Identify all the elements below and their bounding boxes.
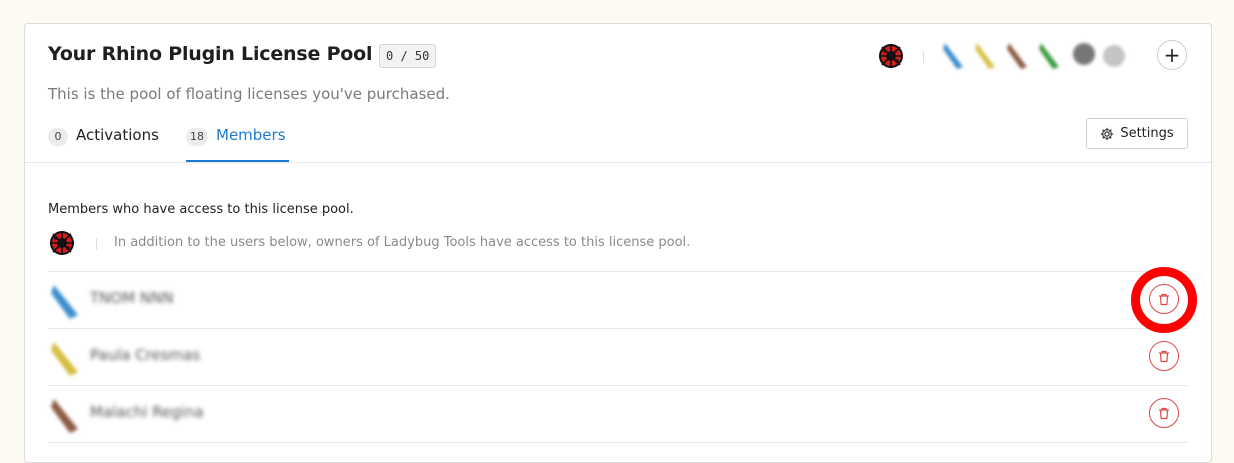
member-avatar[interactable]: [1071, 41, 1097, 71]
ladybug-logo-icon: [50, 231, 74, 255]
member-name: TNOM NNN: [90, 289, 174, 307]
row-divider: [48, 271, 1188, 272]
row-divider: [48, 328, 1188, 329]
page-title: Your Rhino Plugin License Pool: [48, 43, 373, 65]
owner-note-text: In addition to the users below, owners o…: [114, 235, 691, 250]
owner-note-divider: [96, 238, 97, 250]
trash-icon: [1159, 293, 1169, 305]
ladybug-logo-icon[interactable]: [877, 42, 905, 70]
row-divider: [48, 385, 1188, 386]
gear-icon: [1101, 127, 1114, 140]
tab-members[interactable]: 18 Members: [186, 124, 289, 162]
member-name: Malachi Regina: [90, 403, 204, 421]
tab-activations[interactable]: 0 Activations: [48, 124, 159, 162]
page-subtitle: This is the pool of floating licenses yo…: [48, 85, 450, 103]
member-avatar: [51, 399, 78, 433]
settings-button[interactable]: Settings: [1086, 118, 1188, 149]
members-count-badge: 18: [186, 128, 208, 146]
member-avatar: [51, 342, 78, 376]
member-name: Paula Cresmas: [90, 346, 201, 364]
remove-member-button[interactable]: [1149, 341, 1179, 371]
member-row: Paula Cresmas: [48, 328, 1188, 384]
license-pool-card: Your Rhino Plugin License Pool 0 / 50 Th…: [24, 23, 1213, 463]
member-avatar: [51, 285, 78, 319]
header-divider-line: [25, 162, 1213, 163]
license-usage-badge: 0 / 50: [379, 44, 437, 68]
members-caption: Members who have access to this license …: [48, 202, 354, 217]
member-avatar[interactable]: [973, 41, 999, 71]
member-row: Malachi Regina: [48, 385, 1188, 441]
member-avatar[interactable]: [941, 41, 967, 71]
owner-access-note: In addition to the users below, owners o…: [48, 229, 1188, 257]
settings-label: Settings: [1120, 126, 1174, 141]
activations-count-badge: 0: [48, 128, 68, 146]
tab-members-label: Members: [216, 126, 286, 144]
header-divider: [923, 51, 924, 63]
remove-member-button[interactable]: [1149, 284, 1179, 314]
member-avatar[interactable]: [1005, 41, 1031, 71]
member-row: TNOM NNN: [48, 271, 1188, 327]
add-member-button[interactable]: +: [1157, 40, 1187, 70]
member-avatar[interactable]: [1101, 41, 1127, 71]
remove-member-button[interactable]: [1149, 398, 1179, 428]
trash-icon: [1159, 350, 1169, 362]
tab-activations-label: Activations: [76, 126, 159, 144]
trash-icon: [1159, 407, 1169, 419]
member-avatar[interactable]: [1037, 41, 1063, 71]
row-divider: [48, 442, 1188, 443]
